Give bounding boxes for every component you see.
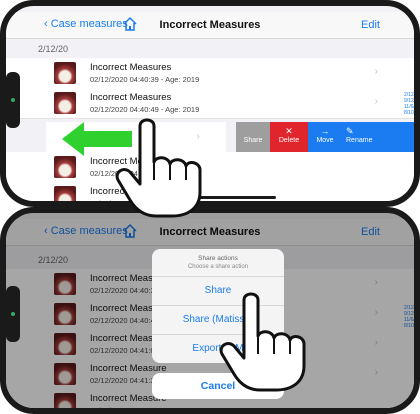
teeth-thumbnail: [54, 62, 76, 84]
move-action-button[interactable]: → Move: [308, 122, 342, 154]
teeth-thumbnail: [54, 92, 76, 114]
phone-side-button: [6, 286, 20, 342]
list-item[interactable]: Incorrect Measures 02/12/2020 04:40:39 -…: [6, 58, 414, 89]
move-icon: →: [320, 126, 330, 136]
share-action-label: Share: [243, 137, 263, 144]
teeth-thumbnail: [54, 156, 76, 178]
rename-action-label: Rename: [346, 137, 373, 144]
pointing-hand-icon: [115, 118, 202, 218]
rename-action-button[interactable]: ✎ Rename: [342, 122, 414, 154]
row-title: Incorrect Measures: [90, 62, 172, 73]
page-title: Incorrect Measures: [159, 19, 261, 31]
side-notes: 2/12/2 9/12/ 11/6/ 8/10/: [404, 92, 418, 116]
delete-action-label: Delete: [278, 137, 300, 144]
sheet-title: Share actions: [198, 255, 238, 262]
share-action-button[interactable]: Share: [236, 122, 270, 154]
row-subtitle: 02/12/2020 04:40:49 - Age: 2019: [90, 105, 200, 114]
delete-action-button[interactable]: ✕ Delete: [270, 122, 308, 154]
navigation-bar: ‹ Case measures Incorrect Measures Edit: [6, 12, 414, 39]
move-action-label: Move: [316, 137, 334, 144]
list-item[interactable]: Incorrect Measures 02/12/2020 04:40:49 -…: [6, 88, 414, 119]
edit-button[interactable]: Edit: [361, 19, 380, 31]
teeth-thumbnail: [54, 186, 76, 201]
delete-icon: ✕: [285, 126, 293, 136]
rename-icon: ✎: [346, 126, 354, 136]
section-date: 2/12/20: [38, 44, 69, 54]
pointing-hand-icon: [219, 292, 306, 392]
chevron-right-icon: ›: [374, 96, 378, 107]
row-subtitle: 02/12/2020 04:40:39 - Age: 2019: [90, 75, 200, 84]
row-title: Incorrect Measures: [90, 92, 172, 103]
sheet-subtitle: Choose a share action: [152, 262, 284, 277]
phone-side-button: [6, 72, 20, 128]
chevron-right-icon: ›: [374, 66, 378, 77]
